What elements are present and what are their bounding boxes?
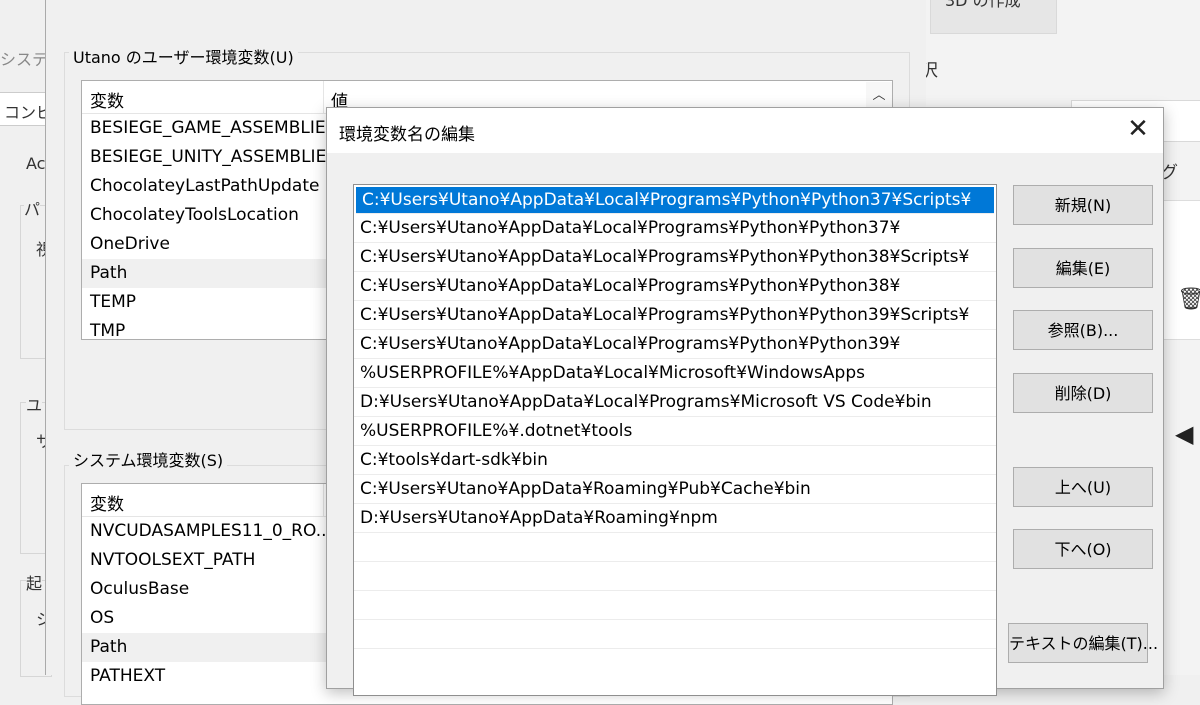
path-entry-row[interactable]: C:¥Users¥Utano¥AppData¥Local¥Programs¥Py… <box>354 214 996 243</box>
scroll-up-icon[interactable]: ︿ <box>866 82 892 110</box>
path-entry-row[interactable]: C:¥tools¥dart-sdk¥bin <box>354 446 996 475</box>
system-col-variable[interactable]: 変数 <box>90 490 124 515</box>
path-entry-row[interactable]: D:¥Users¥Utano¥AppData¥Roaming¥npm <box>354 504 996 533</box>
path-entry-row[interactable]: %USERPROFILE%¥AppData¥Local¥Microsoft¥Wi… <box>354 359 996 388</box>
tab-system[interactable]: システム <box>0 46 45 70</box>
trash-icon[interactable]: 🗑 <box>1177 287 1200 312</box>
path-entries-rows: C:¥Users¥Utano¥AppData¥Local¥Programs¥Py… <box>354 187 996 649</box>
path-entry-row[interactable]: C:¥Users¥Utano¥AppData¥Roaming¥Pub¥Cache… <box>354 475 996 504</box>
path-entry-row[interactable]: C:¥Users¥Utano¥AppData¥Local¥Programs¥Py… <box>354 301 996 330</box>
dialog-titlebar[interactable]: 環境変数名の編集 ✕ <box>327 108 1163 153</box>
system-properties-window: システム コンピ Ac パ 視 ユ サ 起 シ <box>0 0 52 677</box>
bg-text-ac: Ac <box>26 154 46 173</box>
path-entry-row[interactable]: D:¥Users¥Utano¥AppData¥Local¥Programs¥Mi… <box>354 388 996 417</box>
move-down-button[interactable]: 下へ(O) <box>1013 529 1153 569</box>
dialog-title: 環境変数名の編集 <box>339 125 475 145</box>
tab-computer-name[interactable]: コンピ <box>0 92 52 126</box>
path-entry-row[interactable]: C:¥Users¥Utano¥AppData¥Local¥Programs¥Py… <box>354 272 996 301</box>
browse-button[interactable]: 参照(B)... <box>1013 310 1153 350</box>
path-entry-row[interactable]: %USERPROFILE%¥.dotnet¥tools <box>354 417 996 446</box>
edit-text-button[interactable]: テキストの編集(T)... <box>1008 623 1158 663</box>
create-3d-label: 3D の作成 <box>945 0 1021 10</box>
edit-button[interactable]: 編集(E) <box>1013 248 1153 288</box>
path-entry-row[interactable]: C:¥Users¥Utano¥AppData¥Local¥Programs¥Py… <box>354 243 996 272</box>
path-entry-row[interactable]: C:¥Users¥Utano¥AppData¥Local¥Programs¥Py… <box>356 187 994 214</box>
path-entry-row[interactable] <box>354 591 996 620</box>
edit-environment-variable-dialog: 環境変数名の編集 ✕ C:¥Users¥Utano¥AppData¥Local¥… <box>326 107 1164 696</box>
user-col-separator[interactable] <box>323 81 324 113</box>
system-col-separator[interactable] <box>323 484 324 516</box>
user-col-variable[interactable]: 変数 <box>90 87 124 112</box>
path-entries-list[interactable]: C:¥Users¥Utano¥AppData¥Local¥Programs¥Py… <box>353 184 997 696</box>
bg-group-label-p: パ <box>24 196 41 220</box>
create-3d-button[interactable]: 3D の作成 <box>930 0 1057 34</box>
path-entry-row[interactable] <box>354 533 996 562</box>
delete-button[interactable]: 削除(D) <box>1013 373 1153 413</box>
arrow-left-icon[interactable]: ◀ <box>1175 420 1193 448</box>
close-icon[interactable]: ✕ <box>1113 108 1163 153</box>
path-entry-row[interactable] <box>354 620 996 649</box>
system-variables-group-label: システム環境変数(S) <box>69 447 228 471</box>
user-variables-group-label: Utano のユーザー環境変数(U) <box>69 44 298 68</box>
settings-panel <box>1160 200 1200 340</box>
path-entry-row[interactable]: C:¥Users¥Utano¥AppData¥Local¥Programs¥Py… <box>354 330 996 359</box>
path-entry-row[interactable] <box>354 562 996 591</box>
bg-group-label-yu: ユ <box>26 392 43 416</box>
bg-group-label-ki: 起 <box>26 570 43 594</box>
new-button[interactable]: 新規(N) <box>1013 185 1153 225</box>
move-up-button[interactable]: 上へ(U) <box>1013 467 1153 507</box>
